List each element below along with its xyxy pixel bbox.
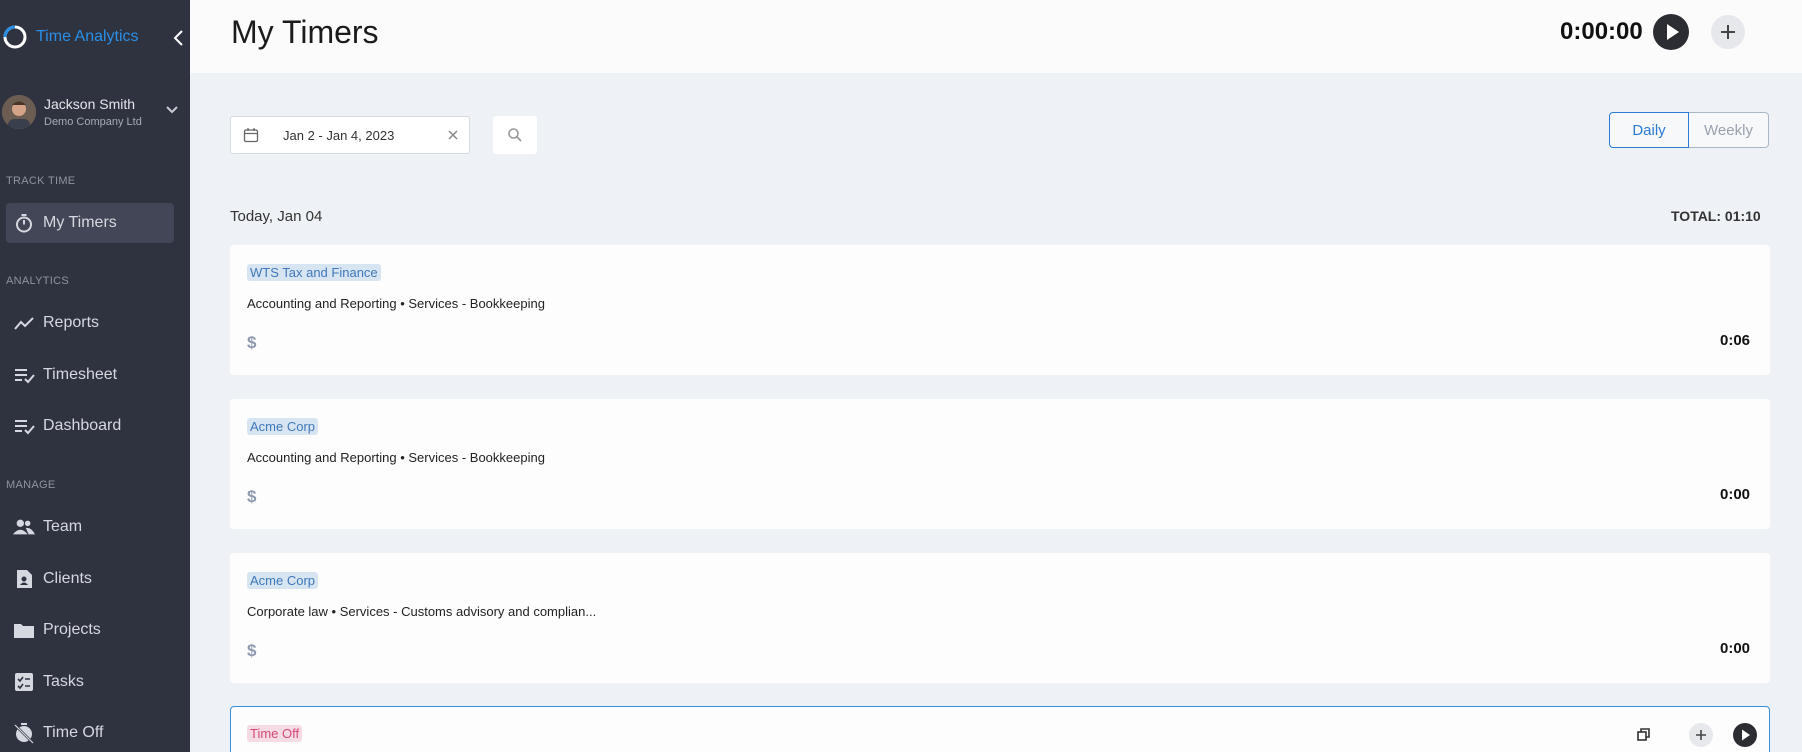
sidebar-item-projects[interactable]: Projects	[6, 610, 174, 650]
calendar-icon	[243, 127, 259, 143]
collapse-sidebar-icon[interactable]	[170, 27, 188, 49]
checklist-icon	[13, 671, 35, 693]
date-range-picker[interactable]: Jan 2 - Jan 4, 2023	[230, 116, 470, 154]
sidebar-item-timesheet[interactable]: Timesheet	[6, 355, 174, 395]
client-tag: Time Off	[247, 725, 303, 742]
people-icon	[13, 516, 35, 538]
sidebar-item-label: Timesheet	[43, 366, 118, 383]
list-check-icon	[13, 415, 35, 437]
time-off-entry-card[interactable]: Time Off	[230, 706, 1770, 752]
search-icon	[507, 127, 523, 143]
section-label-track: TRACK TIME	[6, 175, 76, 187]
running-timer: 0:00:00	[1560, 18, 1643, 45]
user-company: Demo Company Ltd	[44, 116, 142, 128]
sidebar-item-tasks[interactable]: Tasks	[6, 662, 174, 702]
sidebar-item-label: Time Off	[43, 724, 104, 741]
user-name: Jackson Smith	[44, 96, 136, 112]
time-entry-card[interactable]: Acme Corp Accounting and Reporting • Ser…	[230, 399, 1770, 529]
logo-icon	[0, 22, 30, 52]
contact-icon	[13, 568, 35, 590]
daily-view-button[interactable]: Daily	[1609, 112, 1689, 148]
entry-duration[interactable]: 0:00	[1720, 486, 1750, 503]
billable-icon[interactable]: $	[247, 487, 256, 507]
time-entry-card[interactable]: Acme Corp Corporate law • Services - Cus…	[230, 553, 1770, 683]
list-check-icon	[13, 364, 35, 386]
sidebar-item-label: Team	[43, 518, 83, 535]
sidebar-item-label: Tasks	[43, 673, 84, 690]
no-timer-icon	[13, 722, 35, 744]
section-label-manage: MANAGE	[6, 479, 56, 491]
task-line: Corporate law • Services - Customs advis…	[247, 604, 597, 619]
sidebar-item-label: Dashboard	[43, 417, 122, 434]
sidebar-item-label: Clients	[43, 570, 92, 587]
trend-icon	[13, 312, 35, 334]
brand[interactable]: Time Analytics	[0, 22, 139, 52]
start-timer-button[interactable]	[1653, 14, 1689, 50]
user-menu[interactable]: Jackson Smith Demo Company Ltd	[0, 88, 190, 136]
entry-duration[interactable]: 0:06	[1720, 332, 1750, 349]
date-range-value: Jan 2 - Jan 4, 2023	[283, 127, 395, 143]
sidebar-item-time-off[interactable]: Time Off	[6, 713, 174, 752]
sidebar-item-label: My Timers	[43, 214, 117, 231]
sidebar-item-clients[interactable]: Clients	[6, 559, 174, 599]
stopwatch-icon	[13, 212, 35, 234]
sidebar-item-reports[interactable]: Reports	[6, 303, 174, 343]
play-icon[interactable]	[1733, 723, 1757, 747]
billable-icon[interactable]: $	[247, 641, 256, 661]
client-tag: Acme Corp	[247, 572, 319, 589]
chevron-down-icon[interactable]	[164, 102, 180, 118]
section-label-analytics: ANALYTICS	[6, 275, 70, 287]
folder-icon	[13, 619, 35, 641]
day-label: Today, Jan 04	[230, 208, 323, 225]
day-total: TOTAL: 01:10	[1671, 208, 1761, 224]
sidebar-item-team[interactable]: Team	[6, 507, 174, 547]
client-tag: WTS Tax and Finance	[247, 264, 381, 281]
task-line: Accounting and Reporting • Services - Bo…	[247, 450, 545, 465]
duplicate-icon[interactable]	[1632, 723, 1656, 747]
sidebar-item-dashboard[interactable]: Dashboard	[6, 406, 174, 446]
time-entry-card[interactable]: WTS Tax and Finance Accounting and Repor…	[230, 245, 1770, 375]
view-toggle: Daily Weekly	[1609, 112, 1769, 150]
sidebar: Time Analytics Jackson Smith Demo Compan…	[0, 0, 190, 752]
header: My Timers 0:00:00	[190, 0, 1802, 73]
task-line: Accounting and Reporting • Services - Bo…	[247, 296, 545, 311]
clear-date-icon[interactable]	[445, 127, 461, 143]
sidebar-item-label: Projects	[43, 621, 101, 638]
search-button[interactable]	[493, 116, 537, 154]
brand-name: Time Analytics	[36, 28, 139, 45]
page-title: My Timers	[231, 14, 379, 50]
avatar	[2, 95, 36, 129]
entry-duration[interactable]: 0:00	[1720, 640, 1750, 657]
client-tag: Acme Corp	[247, 418, 319, 435]
billable-icon[interactable]: $	[247, 333, 256, 353]
sidebar-item-label: Reports	[43, 314, 100, 331]
add-entry-button[interactable]	[1711, 15, 1745, 49]
add-icon[interactable]	[1689, 723, 1713, 747]
weekly-view-button[interactable]: Weekly	[1689, 112, 1769, 148]
sidebar-item-my-timers[interactable]: My Timers	[6, 203, 174, 243]
